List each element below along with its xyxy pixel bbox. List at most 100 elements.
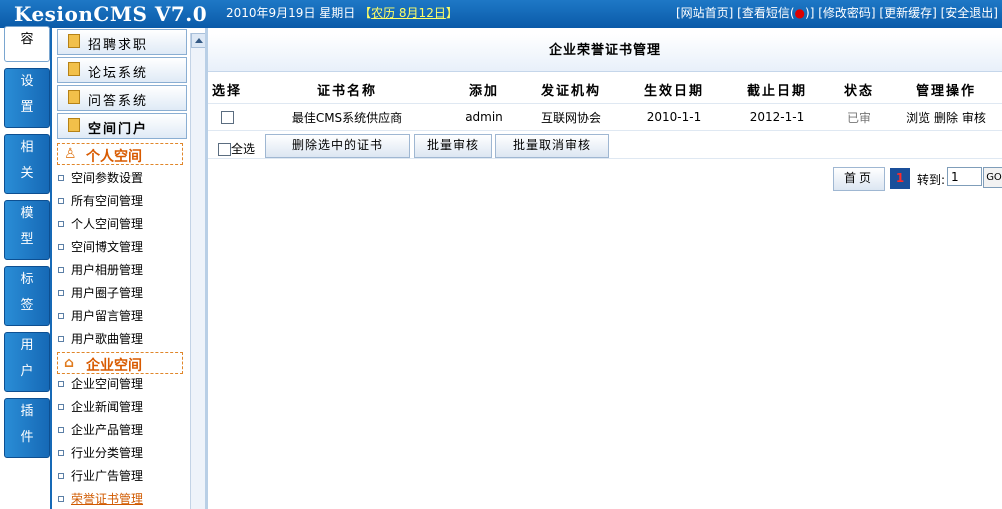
menu-item-label: 企业产品管理 [71, 423, 144, 437]
col-header: 截止日期 [726, 75, 828, 104]
menu-item-label: 个人空间管理 [71, 217, 144, 231]
col-header: 状态 [828, 75, 890, 104]
tab-label: 件 [20, 430, 34, 445]
view-messages-label: [查看短信( [737, 6, 795, 20]
menu-item[interactable]: 用户留言管理 [58, 307, 143, 324]
menu-item[interactable]: 企业空间管理 [58, 375, 143, 392]
folder-icon [68, 118, 80, 132]
date-display: 2010年9月19日 星期日 【农历 8月12日】 [226, 4, 458, 21]
menu-jobs-button[interactable]: 招聘求职 [57, 29, 187, 55]
menu-item-label: 空间参数设置 [71, 171, 144, 185]
tab-content[interactable]: 容 [4, 26, 50, 62]
tab-related[interactable]: 相关 [4, 134, 50, 194]
menu-item[interactable]: 空间博文管理 [58, 238, 143, 255]
tab-label: 插 [20, 404, 34, 419]
menu-button-label: 问答系统 [88, 94, 149, 109]
lunar-bracket-close: 】 [445, 6, 458, 20]
menu-forum-button[interactable]: 论坛系统 [57, 57, 187, 83]
current-page: 1 [890, 168, 910, 189]
menu-item-current[interactable]: 荣誉证书管理 [58, 490, 143, 507]
group-personal-space[interactable]: ♙ 个人空间 [57, 143, 183, 165]
cert-org: 互联网协会 [520, 103, 622, 131]
person-icon: ♙ [64, 146, 77, 162]
tab-label: 户 [20, 364, 34, 379]
go-button[interactable]: GO [983, 167, 1002, 188]
menu-item-label: 空间博文管理 [71, 240, 144, 254]
menu-item-label: 用户相册管理 [71, 263, 144, 277]
pagination: 首页 1 转到: GO [833, 167, 1002, 191]
select-all-control[interactable]: 全选 [218, 140, 255, 157]
bullet-icon [58, 380, 64, 387]
side-menu: 招聘求职 论坛系统 问答系统 空间门户 ♙ 个人空间 空间参数设置 所有空间管理 … [50, 28, 192, 509]
menu-button-label: 空间门户 [88, 122, 149, 137]
row-select-cell [208, 103, 246, 131]
group-enterprise-space[interactable]: ⌂ 企业空间 [57, 352, 183, 374]
menu-item[interactable]: 行业广告管理 [58, 467, 143, 484]
folder-icon [68, 62, 80, 76]
col-header: 添加 [448, 75, 520, 104]
col-header: 生效日期 [622, 75, 726, 104]
bullet-icon [58, 266, 64, 273]
menu-item[interactable]: 行业分类管理 [58, 444, 143, 461]
home-icon: ⌂ [64, 355, 75, 371]
view-messages-close: )] [805, 6, 815, 20]
tab-label: 标 [20, 272, 34, 287]
tab-label: 置 [20, 100, 34, 115]
goto-label: 转到: [917, 173, 946, 187]
bullet-icon [58, 220, 64, 227]
tab-users[interactable]: 用户 [4, 332, 50, 392]
row-actions: 浏览 删除 审核 [890, 103, 1002, 131]
menu-item[interactable]: 空间参数设置 [58, 169, 143, 186]
menu-item[interactable]: 用户歌曲管理 [58, 330, 143, 347]
menu-button-label: 论坛系统 [88, 66, 149, 81]
menu-item[interactable]: 用户圈子管理 [58, 284, 143, 301]
bullet-icon [58, 197, 64, 204]
tab-label: 模 [20, 206, 34, 221]
menu-space-portal-button[interactable]: 空间门户 [57, 113, 187, 139]
menu-item[interactable]: 企业产品管理 [58, 421, 143, 438]
row-checkbox[interactable] [220, 111, 234, 124]
select-all-checkbox[interactable] [218, 143, 231, 156]
menu-item[interactable]: 企业新闻管理 [58, 398, 143, 415]
menu-qa-button[interactable]: 问答系统 [57, 85, 187, 111]
lunar-date-link[interactable]: 农历 8月12日 [371, 6, 446, 20]
menu-button-label: 招聘求职 [88, 38, 149, 53]
bullet-icon [58, 426, 64, 433]
batch-unaudit-button[interactable]: 批量取消审核 [495, 134, 609, 158]
tab-label: 关 [20, 166, 34, 181]
top-links: [网站首页] [查看短信(●)] [修改密码] [更新缓存] [安全退出] [676, 4, 998, 21]
first-page-button[interactable]: 首页 [833, 167, 885, 191]
main-panel: 企业荣誉证书管理 选择 证书名称 添加 发证机构 生效日期 截止日期 状态 管理… [208, 34, 1002, 509]
menu-item[interactable]: 个人空间管理 [58, 215, 143, 232]
site-home-link[interactable]: [网站首页] [676, 6, 733, 20]
tab-settings[interactable]: 设置 [4, 68, 50, 128]
bulk-actions-bar: 全选 删除选中的证书 批量审核 批量取消审核 [208, 134, 1002, 159]
menu-item[interactable]: 所有空间管理 [58, 192, 143, 209]
view-messages-link[interactable]: [查看短信(●)] [737, 6, 814, 20]
tab-tags[interactable]: 标签 [4, 266, 50, 326]
menu-scrollbar[interactable] [190, 33, 206, 509]
menu-item-label: 所有空间管理 [71, 194, 144, 208]
menu-item-label: 行业广告管理 [71, 469, 144, 483]
tab-model[interactable]: 模型 [4, 200, 50, 260]
cert-adder: admin [448, 103, 520, 131]
delete-link[interactable]: 删除 [934, 111, 958, 125]
menu-item[interactable]: 用户相册管理 [58, 261, 143, 278]
page-number-input[interactable] [947, 167, 982, 186]
lunar-bracket-open: 【 [359, 6, 372, 20]
delete-selected-button[interactable]: 删除选中的证书 [265, 134, 410, 158]
batch-audit-button[interactable]: 批量审核 [414, 134, 492, 158]
change-password-link[interactable]: [修改密码] [818, 6, 875, 20]
scroll-up-arrow-icon[interactable] [191, 33, 206, 48]
status-badge: 已审 [828, 103, 890, 131]
audit-link[interactable]: 审核 [962, 111, 986, 125]
certificate-table: 选择 证书名称 添加 发证机构 生效日期 截止日期 状态 管理操作 最佳CMS系… [208, 75, 1002, 131]
menu-item-label: 荣誉证书管理 [71, 492, 144, 506]
view-link[interactable]: 浏览 [906, 111, 930, 125]
tab-plugins[interactable]: 插件 [4, 398, 50, 458]
bullet-icon [58, 312, 64, 319]
logout-link[interactable]: [安全退出] [941, 6, 998, 20]
table-row: 最佳CMS系统供应商 admin 互联网协会 2010-1-1 2012-1-1… [208, 103, 1002, 131]
folder-icon [68, 34, 80, 48]
update-cache-link[interactable]: [更新缓存] [879, 6, 936, 20]
